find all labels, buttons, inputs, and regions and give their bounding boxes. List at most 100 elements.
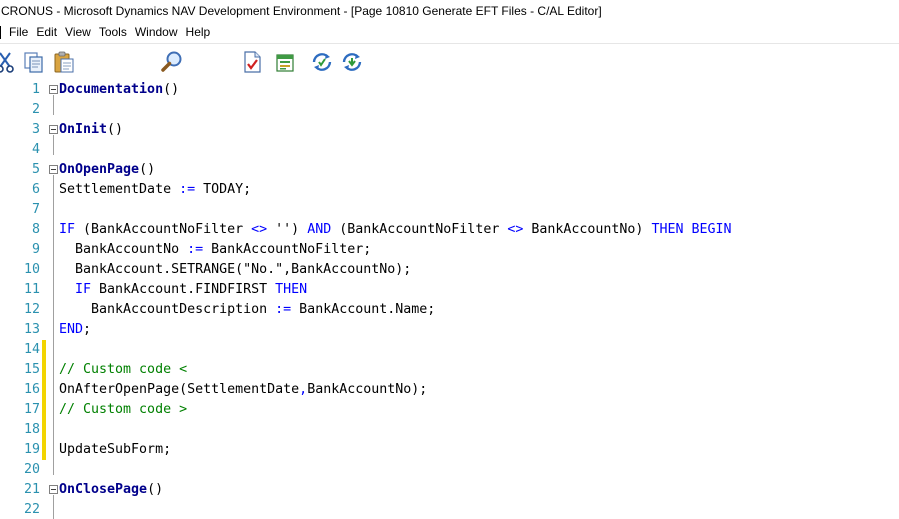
line-number: 13 [23, 322, 40, 337]
code-text: Documentation() [59, 80, 179, 100]
code-token: IF [75, 282, 92, 297]
code-token: Documentation [59, 82, 164, 97]
menu-tools[interactable]: Tools [97, 22, 133, 42]
line-number: 14 [23, 342, 40, 357]
code-token: () [147, 482, 164, 497]
line-number: 12 [23, 302, 40, 317]
code-line[interactable]: 13 END; [0, 320, 899, 340]
line-number: 9 [31, 242, 40, 257]
change-marker [42, 340, 46, 360]
code-line[interactable]: 16 OnAfterOpenPage(SettlementDate,BankAcc… [0, 380, 899, 400]
code-token: OnClosePage [59, 482, 148, 497]
change-marker [42, 420, 46, 440]
code-token: OnInit [59, 122, 108, 137]
code-text: OnClosePage() [59, 480, 163, 500]
menu-edit[interactable]: Edit [34, 22, 63, 42]
run-icon [312, 53, 332, 71]
compile-button[interactable] [240, 50, 264, 74]
code-line[interactable]: 19 UpdateSubForm; [0, 440, 899, 460]
code-line[interactable]: 12 BankAccountDescription := BankAccount… [0, 300, 899, 320]
code-token: () [163, 82, 180, 97]
line-number: 6 [31, 182, 40, 197]
code-token: // Custom code < [59, 362, 188, 377]
code-line[interactable]: 11 IF BankAccount.FINDFIRST THEN [0, 280, 899, 300]
code-line[interactable]: 10 BankAccount.SETRANGE("No.",BankAccoun… [0, 260, 899, 280]
code-text: UpdateSubForm; [59, 440, 171, 460]
code-token: BankAccount.SETRANGE("No.",BankAccountNo… [59, 262, 412, 277]
code-token: '') [267, 222, 308, 237]
code-token: THEN BEGIN [651, 222, 732, 237]
code-line[interactable]: 22 [0, 500, 899, 519]
collapse-icon[interactable] [49, 85, 58, 94]
collapse-icon[interactable] [49, 165, 58, 174]
code-token: (BankAccountNoFilter [75, 222, 252, 237]
code-token: <> [507, 222, 524, 237]
line-number: 16 [23, 382, 40, 397]
code-token: OnAfterOpenPage(SettlementDate [59, 382, 300, 397]
debug-button[interactable] [340, 50, 364, 74]
debug-icon [342, 53, 362, 71]
find-button[interactable] [160, 50, 184, 74]
code-text: OnOpenPage() [59, 160, 155, 180]
run-button[interactable] [310, 50, 334, 74]
code-token: BankAccountNo); [307, 382, 428, 397]
code-line[interactable]: 20 [0, 460, 899, 480]
code-line[interactable]: 4 [0, 140, 899, 160]
code-text: BankAccount.SETRANGE("No.",BankAccountNo… [59, 260, 411, 280]
code-line[interactable]: 21 OnClosePage() [0, 480, 899, 500]
code-line[interactable]: 7 [0, 200, 899, 220]
paste-button[interactable] [52, 50, 76, 74]
menu-window[interactable]: Window [133, 22, 184, 42]
code-token: SettlementDate [59, 182, 180, 197]
code-token: , [299, 382, 308, 397]
change-marker [42, 380, 46, 400]
code-token: BankAccountNoFilter; [203, 242, 372, 257]
code-line[interactable]: 8 IF (BankAccountNoFilter <> '') AND (Ban… [0, 220, 899, 240]
code-token: BankAccountNo) [523, 222, 652, 237]
code-text: IF (BankAccountNoFilter <> '') AND (Bank… [59, 220, 732, 240]
code-line[interactable]: 6 SettlementDate := TODAY; [0, 180, 899, 200]
line-number: 4 [31, 142, 40, 157]
line-number: 3 [31, 122, 40, 137]
cut-icon [0, 52, 14, 73]
change-marker [42, 360, 46, 380]
change-marker [42, 440, 46, 460]
menu-file[interactable]: File [7, 22, 34, 42]
code-editor[interactable]: 1 Documentation() 2 3 OnInit() 4 5 OnOpenPage()… [0, 80, 899, 519]
code-token: BankAccount.Name; [291, 302, 436, 317]
code-line[interactable]: 17 // Custom code > [0, 400, 899, 420]
code-token: TODAY; [195, 182, 252, 197]
code-token: THEN [275, 282, 308, 297]
code-line[interactable]: 5 OnOpenPage() [0, 160, 899, 180]
code-text: SettlementDate := TODAY; [59, 180, 251, 200]
line-number: 19 [23, 442, 40, 457]
code-text: OnAfterOpenPage(SettlementDate,BankAccou… [59, 380, 427, 400]
line-number: 11 [23, 282, 40, 297]
menu-bar-edge [0, 25, 1, 39]
line-number: 10 [23, 262, 40, 277]
collapse-icon[interactable] [49, 485, 58, 494]
code-line[interactable]: 2 [0, 100, 899, 120]
code-line[interactable]: 3 OnInit() [0, 120, 899, 140]
code-line[interactable]: 15 // Custom code < [0, 360, 899, 380]
code-token: END [59, 322, 84, 337]
code-line[interactable]: 1 Documentation() [0, 80, 899, 100]
code-token: // Custom code > [59, 402, 188, 417]
code-text: OnInit() [59, 120, 123, 140]
code-line[interactable]: 9 BankAccountNo := BankAccountNoFilter; [0, 240, 899, 260]
line-number: 8 [31, 222, 40, 237]
cut-button[interactable] [0, 50, 18, 74]
code-text: BankAccountNo := BankAccountNoFilter; [59, 240, 371, 260]
code-line[interactable]: 18 [0, 420, 899, 440]
symbol-menu-button[interactable] [273, 50, 297, 74]
code-token: := [275, 302, 292, 317]
menu-view[interactable]: View [63, 22, 97, 42]
line-number: 20 [23, 462, 40, 477]
code-token: ; [83, 322, 92, 337]
menu-help[interactable]: Help [184, 22, 217, 42]
code-token: () [107, 122, 124, 137]
code-line[interactable]: 14 [0, 340, 899, 360]
collapse-icon[interactable] [49, 125, 58, 134]
copy-button[interactable] [22, 50, 46, 74]
